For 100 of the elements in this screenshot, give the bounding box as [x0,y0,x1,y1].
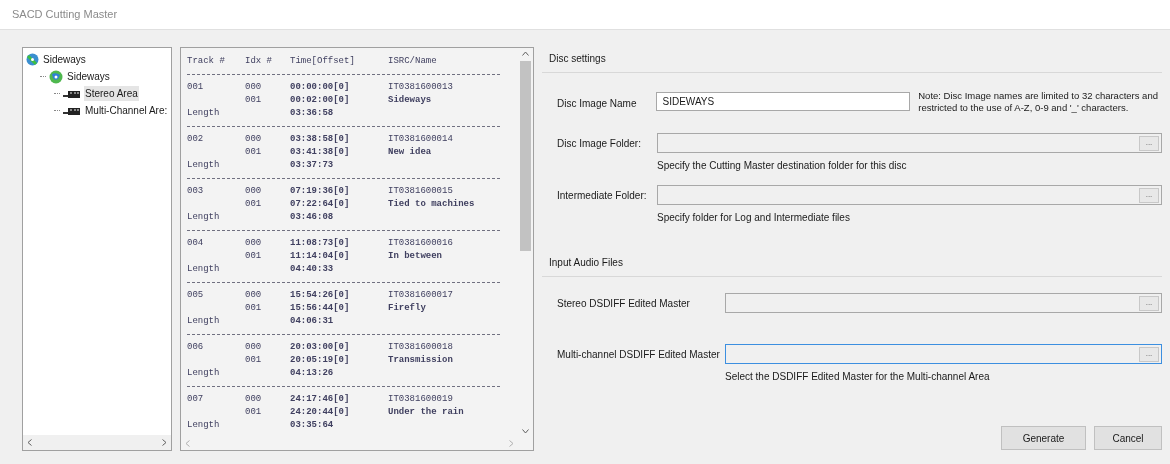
length-label: Length [187,367,221,380]
browse-button[interactable]: ... [1139,187,1159,203]
time-offset: 00:00:00[0] [290,81,351,94]
time-offset: 00:02:00[0] [290,94,351,107]
hint-text: Specify the Cutting Master destination folder for this disc [657,159,908,173]
hint-text: Select the DSDIFF Edited Master for the Multi-channel Area [725,370,991,384]
track-name: In between [388,250,443,263]
dialog-button[interactable]: Generate [1001,426,1086,450]
track-length: 03:35:64 [290,419,334,432]
name-field[interactable]: SIDEWAYS [656,92,911,111]
track-length: 04:40:33 [290,263,334,276]
column-header: Track # [187,55,226,68]
track-number: 006 [187,341,205,354]
length-label: Length [187,211,221,224]
track-length: 04:13:26 [290,367,334,380]
field-label: Intermediate Folder: [557,188,648,203]
length-label: Length [187,419,221,432]
length-label: Length [187,263,221,276]
isrc-code: IT0381600014 [388,133,454,146]
track-number: 004 [187,237,205,250]
isrc-code: IT0381600013 [388,81,454,94]
time-offset: 03:38:58[0] [290,133,351,146]
length-label: Length [187,159,221,172]
column-header: Idx # [245,55,273,68]
time-offset: 20:05:19[0] [290,354,351,367]
tree-item[interactable]: Sideways [66,69,111,84]
scroll-left-icon[interactable] [185,439,190,447]
track-number: 002 [187,133,205,146]
index-number: 001 [245,250,263,263]
tree-item[interactable]: Sideways [42,52,87,67]
index-number: 000 [245,393,263,406]
disc-icon [26,53,39,66]
track-number: 007 [187,393,205,406]
section-title: Disc settings [549,53,606,64]
hint-text: Specify folder for Log and Intermediate files [657,211,851,225]
isrc-code: IT0381600015 [388,185,454,198]
horizontal-scrollbar[interactable] [23,435,171,450]
field-label: Multi-channel DSDIFF Edited Master [557,347,721,362]
dialog-button[interactable]: Cancel [1094,426,1162,450]
scroll-thumb[interactable] [520,61,531,251]
time-offset: 15:54:26[0] [290,289,351,302]
track-name: Sideways [388,94,433,107]
index-number: 000 [245,185,263,198]
track-name: Firefly [388,302,427,315]
speaker-array-icon [63,105,81,116]
scroll-down-icon[interactable] [522,429,529,434]
scroll-right-icon[interactable] [509,439,514,447]
index-number: 001 [245,354,263,367]
index-number: 001 [245,302,263,315]
track-length: 03:37:73 [290,159,334,172]
index-number: 001 [245,94,263,107]
field-label: Disc Image Name [557,97,638,111]
index-number: 000 [245,341,263,354]
path-field[interactable]: ... [657,185,1162,205]
time-offset: 15:56:44[0] [290,302,351,315]
column-header: ISRC/Name [388,55,438,68]
length-label: Length [187,315,221,328]
field-label: Disc Image Folder: [557,136,642,151]
scroll-left-icon[interactable] [27,439,32,446]
track-name: New idea [388,146,433,159]
speaker-array-icon [63,88,81,99]
scroll-right-icon[interactable] [162,439,167,446]
index-number: 000 [245,81,263,94]
time-offset: 11:08:73[0] [290,237,351,250]
time-offset: 11:14:04[0] [290,250,351,263]
time-offset: 24:20:44[0] [290,406,351,419]
tree-item[interactable]: Multi-Channel Are: [84,103,169,118]
section-title: Input Audio Files [549,257,623,268]
browse-button[interactable]: ... [1139,295,1159,311]
track-length: 03:36:58 [290,107,334,120]
isrc-code: IT0381600016 [388,237,454,250]
track-name: Transmission [388,354,454,367]
track-name: Under the rain [388,406,465,419]
length-label: Length [187,107,221,120]
index-number: 000 [245,237,263,250]
time-offset: 07:22:64[0] [290,198,351,211]
path-field[interactable]: ... [725,293,1162,313]
scroll-up-icon[interactable] [522,51,529,56]
time-offset: 03:41:38[0] [290,146,351,159]
window-title: SACD Cutting Master [12,7,118,23]
time-offset: 07:19:36[0] [290,185,351,198]
path-field[interactable]: ... [725,344,1162,364]
note-text: Note: Disc Image names are limited to 32 characters and restricted to the use of A-Z, 0-9 and '_' characters. [918,90,1159,114]
column-header: Time[Offset] [290,55,356,68]
isrc-code: IT0381600018 [388,341,454,354]
index-number: 001 [245,198,263,211]
track-length: 03:46:08 [290,211,334,224]
track-number: 005 [187,289,205,302]
browse-button[interactable]: ... [1139,135,1159,151]
time-offset: 24:17:46[0] [290,393,351,406]
time-offset: 20:03:00[0] [290,341,351,354]
field-label: Stereo DSDIFF Edited Master [557,296,691,311]
index-number: 001 [245,406,263,419]
path-field[interactable]: ... [657,133,1162,153]
track-number: 001 [187,81,205,94]
isrc-code: IT0381600019 [388,393,454,406]
index-number: 001 [245,146,263,159]
tree-item[interactable]: Stereo Area [84,86,139,101]
browse-button[interactable]: ... [1139,346,1159,362]
track-number: 003 [187,185,205,198]
